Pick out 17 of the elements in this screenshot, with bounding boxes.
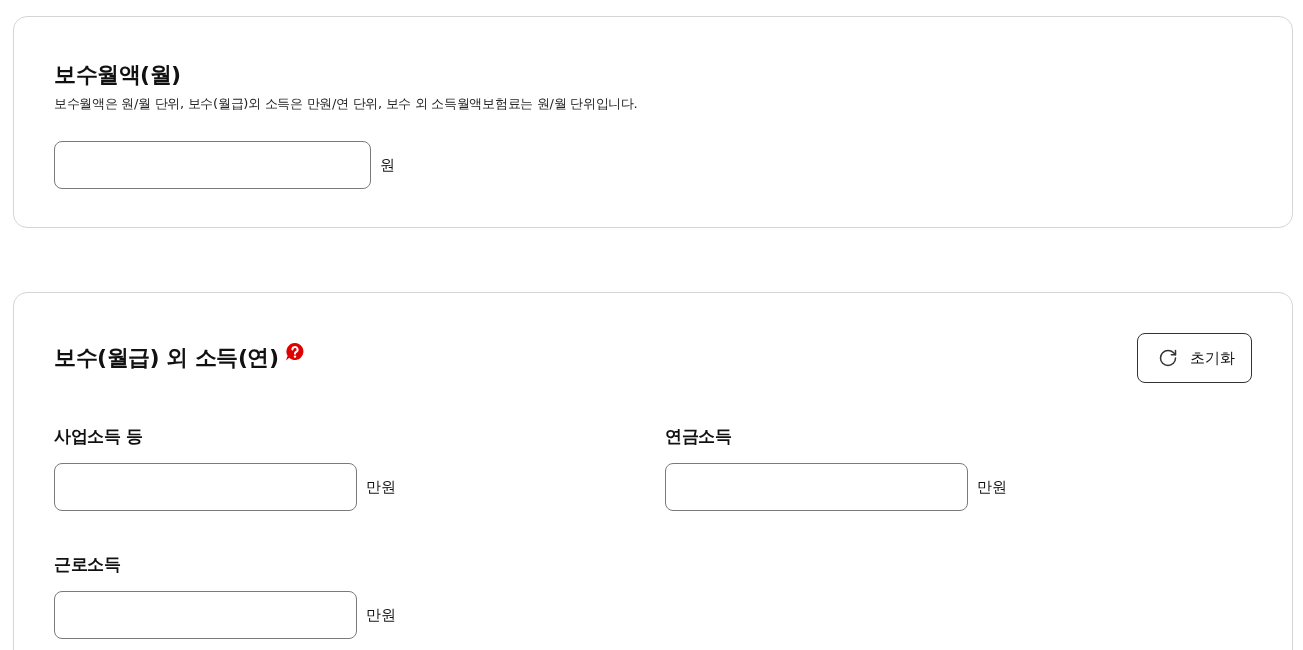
- unit-label: 만원: [366, 477, 396, 497]
- section-title: 보수월액(월): [54, 61, 181, 89]
- section-title: 보수(월급) 외 소득(연): [54, 344, 279, 372]
- help-icon[interactable]: [284, 342, 304, 361]
- unit-label: 원: [380, 155, 395, 175]
- input-field[interactable]: [665, 463, 968, 511]
- field-label: 사업소득 등: [54, 426, 144, 446]
- input-field[interactable]: [54, 141, 371, 189]
- field-label: 연금소득: [665, 426, 732, 446]
- reset-button[interactable]: 초기화: [1137, 333, 1252, 383]
- refresh-icon: [1158, 348, 1178, 368]
- field-label: 근로소득: [54, 554, 121, 574]
- unit-label: 만원: [977, 477, 1007, 497]
- unit-label: 만원: [366, 605, 396, 625]
- input-field[interactable]: [54, 591, 357, 639]
- section-description: 보수월액은 원/월 단위, 보수(월급)외 소득은 만원/연 단위, 보수 외 소득월액보험료는 원/월 단위입니다.: [54, 95, 639, 113]
- input-field[interactable]: [54, 463, 357, 511]
